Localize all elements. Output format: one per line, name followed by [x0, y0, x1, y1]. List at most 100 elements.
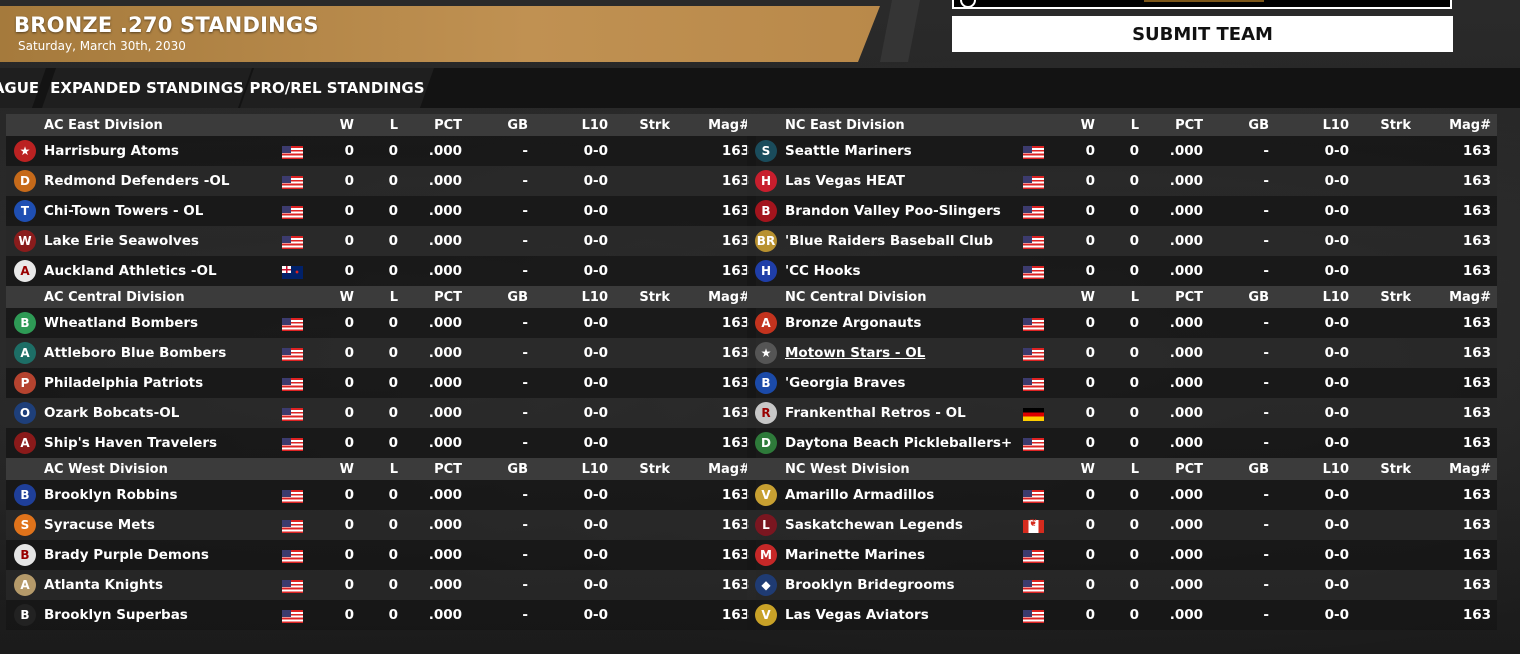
column-header-strk[interactable]: Strk: [608, 286, 670, 308]
team-name-link[interactable]: 'Georgia Braves: [785, 368, 1023, 398]
team-name-link[interactable]: Amarillo Armadillos: [785, 480, 1023, 510]
tab-expanded-standings[interactable]: EXPANDED STANDINGS: [42, 68, 252, 108]
team-name-link[interactable]: Auckland Athletics -OL: [44, 256, 282, 286]
team-row[interactable]: B Brooklyn Robbins 0 0 .000 - 0-0 163: [6, 480, 756, 510]
column-header-l[interactable]: L: [1095, 458, 1139, 480]
team-name-link[interactable]: Ozark Bobcats-OL: [44, 398, 282, 428]
column-header-w[interactable]: W: [1059, 114, 1095, 136]
column-header-w[interactable]: W: [1059, 458, 1095, 480]
column-header-pct[interactable]: PCT: [398, 114, 462, 136]
team-name-link[interactable]: Marinette Marines: [785, 540, 1023, 570]
column-header-l[interactable]: L: [354, 458, 398, 480]
column-header-mag[interactable]: Mag#: [1411, 286, 1497, 308]
team-row[interactable]: S Syracuse Mets 0 0 .000 - 0-0 163: [6, 510, 756, 540]
column-header-pct[interactable]: PCT: [1139, 286, 1203, 308]
column-header-strk[interactable]: Strk: [1349, 286, 1411, 308]
column-header-l10[interactable]: L10: [528, 458, 608, 480]
column-header-l10[interactable]: L10: [1269, 458, 1349, 480]
column-header-l[interactable]: L: [1095, 286, 1139, 308]
team-row[interactable]: V Las Vegas Aviators 0 0 .000 - 0-0 163: [747, 600, 1497, 630]
team-row[interactable]: P Philadelphia Patriots 0 0 .000 - 0-0 163: [6, 368, 756, 398]
team-row[interactable]: M Marinette Marines 0 0 .000 - 0-0 163: [747, 540, 1497, 570]
submit-team-button[interactable]: SUBMIT TEAM: [952, 16, 1453, 52]
column-header-pct[interactable]: PCT: [1139, 114, 1203, 136]
team-name-link[interactable]: Brooklyn Superbas: [44, 600, 282, 630]
team-name-link[interactable]: Saskatchewan Legends: [785, 510, 1023, 540]
team-row[interactable]: B Brooklyn Superbas 0 0 .000 - 0-0 163: [6, 600, 756, 630]
column-header-mag[interactable]: Mag#: [670, 458, 756, 480]
team-name-link[interactable]: Wheatland Bombers: [44, 308, 282, 338]
column-header-gb[interactable]: GB: [462, 286, 528, 308]
team-row[interactable]: S Seattle Mariners 0 0 .000 - 0-0 163: [747, 136, 1497, 166]
team-row[interactable]: A Attleboro Blue Bombers 0 0 .000 - 0-0 163: [6, 338, 756, 368]
column-header-gb[interactable]: GB: [1203, 286, 1269, 308]
team-select-dropdown[interactable]: [952, 0, 1452, 9]
column-header-pct[interactable]: PCT: [398, 286, 462, 308]
team-name-link[interactable]: Redmond Defenders -OL: [44, 166, 282, 196]
team-row[interactable]: A Auckland Athletics -OL 0 0 .000 - 0-0 163: [6, 256, 756, 286]
column-header-gb[interactable]: GB: [1203, 458, 1269, 480]
team-row[interactable]: A Bronze Argonauts 0 0 .000 - 0-0 163: [747, 308, 1497, 338]
column-header-pct[interactable]: PCT: [1139, 458, 1203, 480]
column-header-mag[interactable]: Mag#: [1411, 458, 1497, 480]
tab-league[interactable]: AGUE: [0, 68, 46, 108]
team-name-link[interactable]: Brady Purple Demons: [44, 540, 282, 570]
column-header-strk[interactable]: Strk: [1349, 458, 1411, 480]
team-name-link[interactable]: Brooklyn Bridegrooms: [785, 570, 1023, 600]
column-header-l[interactable]: L: [354, 286, 398, 308]
team-name-link[interactable]: Seattle Mariners: [785, 136, 1023, 166]
team-name-link[interactable]: Ship's Haven Travelers: [44, 428, 282, 458]
team-name-link[interactable]: Syracuse Mets: [44, 510, 282, 540]
team-row[interactable]: L Saskatchewan Legends 0 0 .000 - 0-0 163: [747, 510, 1497, 540]
team-row[interactable]: A Ship's Haven Travelers 0 0 .000 - 0-0 163: [6, 428, 756, 458]
column-header-l[interactable]: L: [1095, 114, 1139, 136]
team-row[interactable]: A Atlanta Knights 0 0 .000 - 0-0 163: [6, 570, 756, 600]
tab-pro-rel-standings[interactable]: PRO/REL STANDINGS: [240, 68, 434, 108]
team-name-link[interactable]: 'Blue Raiders Baseball Club: [785, 226, 1023, 256]
team-name-link[interactable]: Daytona Beach Pickleballers+: [785, 428, 1023, 458]
column-header-strk[interactable]: Strk: [608, 114, 670, 136]
column-header-strk[interactable]: Strk: [608, 458, 670, 480]
team-name-link[interactable]: Attleboro Blue Bombers: [44, 338, 282, 368]
column-header-l[interactable]: L: [354, 114, 398, 136]
team-name-link[interactable]: Lake Erie Seawolves: [44, 226, 282, 256]
column-header-l10[interactable]: L10: [1269, 114, 1349, 136]
team-row[interactable]: R Frankenthal Retros - OL 0 0 .000 - 0-0 163: [747, 398, 1497, 428]
team-row[interactable]: W Lake Erie Seawolves 0 0 .000 - 0-0 163: [6, 226, 756, 256]
team-name-link[interactable]: 'CC Hooks: [785, 256, 1023, 286]
column-header-w[interactable]: W: [1059, 286, 1095, 308]
team-name-link[interactable]: Las Vegas Aviators: [785, 600, 1023, 630]
team-name-link[interactable]: Brandon Valley Poo-Slingers: [785, 196, 1023, 226]
team-name-link[interactable]: Frankenthal Retros - OL: [785, 398, 1023, 428]
team-row[interactable]: B Wheatland Bombers 0 0 .000 - 0-0 163: [6, 308, 756, 338]
team-row[interactable]: T Chi-Town Towers - OL 0 0 .000 - 0-0 163: [6, 196, 756, 226]
column-header-mag[interactable]: Mag#: [670, 286, 756, 308]
team-row[interactable]: B Brady Purple Demons 0 0 .000 - 0-0 163: [6, 540, 756, 570]
column-header-mag[interactable]: Mag#: [1411, 114, 1497, 136]
team-name-link[interactable]: Motown Stars - OL: [785, 338, 1023, 368]
team-name-link[interactable]: Las Vegas HEAT: [785, 166, 1023, 196]
team-row[interactable]: H Las Vegas HEAT 0 0 .000 - 0-0 163: [747, 166, 1497, 196]
team-row[interactable]: V Amarillo Armadillos 0 0 .000 - 0-0 163: [747, 480, 1497, 510]
team-row[interactable]: ★ Motown Stars - OL 0 0 .000 - 0-0 163: [747, 338, 1497, 368]
team-row[interactable]: D Redmond Defenders -OL 0 0 .000 - 0-0 163: [6, 166, 756, 196]
column-header-gb[interactable]: GB: [462, 114, 528, 136]
team-row[interactable]: B Brandon Valley Poo-Slingers 0 0 .000 - 0-0 16…: [747, 196, 1497, 226]
team-name-link[interactable]: Chi-Town Towers - OL: [44, 196, 282, 226]
team-row[interactable]: B 'Georgia Braves 0 0 .000 - 0-0 163: [747, 368, 1497, 398]
column-header-w[interactable]: W: [318, 286, 354, 308]
team-name-link[interactable]: Harrisburg Atoms: [44, 136, 282, 166]
column-header-w[interactable]: W: [318, 114, 354, 136]
column-header-strk[interactable]: Strk: [1349, 114, 1411, 136]
column-header-mag[interactable]: Mag#: [670, 114, 756, 136]
team-name-link[interactable]: Atlanta Knights: [44, 570, 282, 600]
team-row[interactable]: D Daytona Beach Pickleballers+ 0 0 .000 - 0-0 1…: [747, 428, 1497, 458]
team-row[interactable]: ★ Harrisburg Atoms 0 0 .000 - 0-0 163: [6, 136, 756, 166]
column-header-pct[interactable]: PCT: [398, 458, 462, 480]
column-header-l10[interactable]: L10: [528, 114, 608, 136]
team-name-link[interactable]: Bronze Argonauts: [785, 308, 1023, 338]
team-row[interactable]: ◆ Brooklyn Bridegrooms 0 0 .000 - 0-0 163: [747, 570, 1497, 600]
team-name-link[interactable]: Philadelphia Patriots: [44, 368, 282, 398]
column-header-gb[interactable]: GB: [462, 458, 528, 480]
team-row[interactable]: BR 'Blue Raiders Baseball Club 0 0 .000 - 0-0 1…: [747, 226, 1497, 256]
